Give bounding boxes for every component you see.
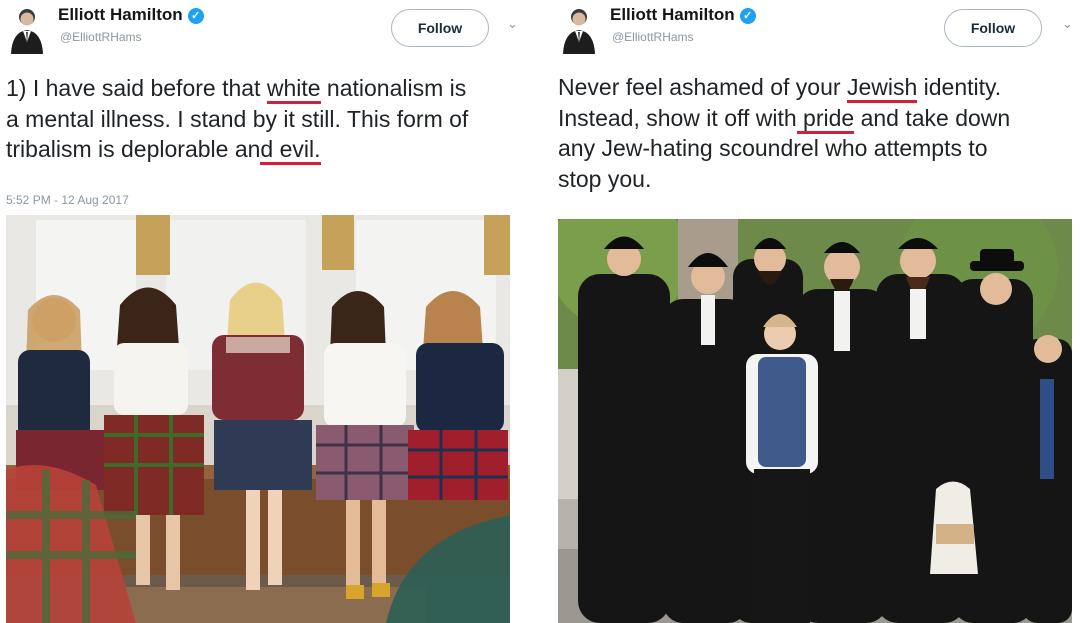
tweet-photo[interactable]: [558, 219, 1072, 623]
tweet-card-left: Elliott Hamilton ✓ @ElliottRHams Follow ⌄…: [0, 0, 528, 623]
follow-button[interactable]: Follow: [944, 9, 1042, 47]
tweet-timestamp[interactable]: 5:52 PM - 12 Aug 2017: [6, 193, 129, 207]
tweet-card-right: Elliott Hamilton ✓ @ElliottRHams Follow ⌄…: [552, 0, 1080, 623]
tweet-header: Elliott Hamilton ✓ @ElliottRHams Follow ⌄: [0, 0, 528, 64]
author-handle[interactable]: @ElliottRHams: [60, 30, 142, 44]
follow-button[interactable]: Follow: [391, 9, 489, 47]
avatar[interactable]: [560, 4, 598, 54]
chevron-down-icon[interactable]: ⌄: [1062, 16, 1073, 32]
divider: [528, 0, 552, 623]
verified-badge-icon: ✓: [187, 8, 204, 24]
tweet-text: 1) I have said before that white nationa…: [6, 73, 468, 165]
tweet-header: Elliott Hamilton ✓ @ElliottRHams Follow ⌄: [552, 0, 1080, 64]
author-name[interactable]: Elliott Hamilton ✓: [58, 5, 204, 25]
author-name[interactable]: Elliott Hamilton ✓: [610, 5, 756, 25]
highlighted-word: white: [266, 75, 321, 104]
highlighted-word: Jewish: [846, 74, 918, 103]
author-handle[interactable]: @ElliottRHams: [612, 30, 694, 44]
tweet-text: Never feel ashamed of your Jewish identi…: [558, 74, 1011, 192]
avatar[interactable]: [8, 4, 46, 54]
tweet-photo[interactable]: [6, 215, 510, 623]
highlighted-word: pride: [796, 104, 855, 134]
verified-badge-icon: ✓: [739, 8, 756, 24]
highlighted-word: d evil.: [260, 136, 321, 165]
chevron-down-icon[interactable]: ⌄: [507, 16, 518, 32]
